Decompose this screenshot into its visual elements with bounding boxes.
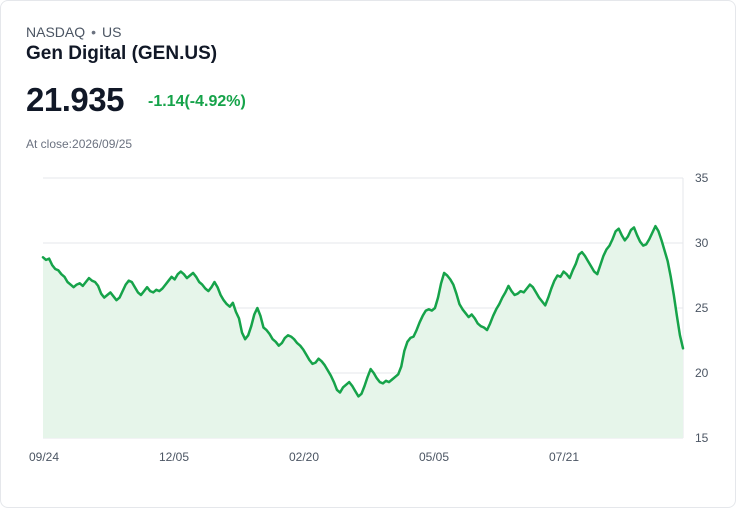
x-tick-label: 05/05 xyxy=(419,450,449,464)
stock-quote-card: NASDAQ • US Gen Digital (GEN.US) 21.935 -1… xyxy=(0,0,736,508)
x-axis-ticks: 09/24 12/05 02/20 05/05 07/21 xyxy=(29,450,579,464)
x-tick-label: 12/05 xyxy=(159,450,189,464)
x-tick-label: 09/24 xyxy=(29,450,59,464)
y-tick-label: 35 xyxy=(695,171,709,185)
x-tick-label: 07/21 xyxy=(549,450,579,464)
y-tick-label: 20 xyxy=(695,366,709,380)
x-tick-label: 02/20 xyxy=(289,450,319,464)
y-tick-label: 30 xyxy=(695,236,709,250)
y-tick-label: 25 xyxy=(695,301,709,315)
y-axis-ticks: 35 30 25 20 15 xyxy=(695,171,709,445)
price-chart: 35 30 25 20 15 09/24 12/05 02/20 05/05 07/21 xyxy=(29,171,709,464)
y-tick-label: 15 xyxy=(695,431,709,445)
